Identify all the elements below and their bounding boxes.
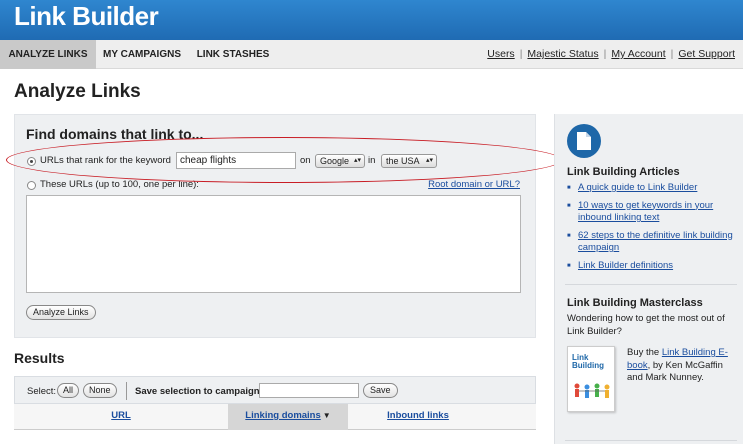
ebook-promo-text: Buy the Link Building E-book, by Ken McG…: [627, 347, 739, 385]
top-header: Link Builder: [0, 0, 743, 40]
campaign-input[interactable]: [259, 383, 359, 398]
article-link[interactable]: 10 ways to get keywords in your inbound …: [578, 200, 713, 224]
separator: |: [670, 48, 674, 60]
column-url[interactable]: URL: [14, 404, 228, 430]
majestic-status-link[interactable]: Majestic Status: [527, 48, 598, 60]
app-logo[interactable]: Link Builder: [14, 1, 159, 32]
get-support-link[interactable]: Get Support: [678, 48, 735, 60]
select-label: Select:: [27, 386, 57, 397]
sidebar-divider: [565, 440, 737, 441]
articles-title: Link Building Articles: [567, 166, 680, 178]
urls-radio[interactable]: [27, 181, 36, 190]
tab-my-campaigns[interactable]: MY CAMPAIGNS: [96, 40, 188, 69]
separator: |: [603, 48, 607, 60]
results-title: Results: [14, 350, 65, 366]
tab-analyze-links[interactable]: ANALYZE LINKS: [0, 40, 96, 69]
list-item: 62 steps to the definitive link building…: [567, 230, 737, 255]
highlight-annotation: [6, 137, 562, 183]
select-all-button[interactable]: All: [57, 383, 80, 398]
utility-links: Users | Majestic Status | My Account | Get Sup…: [487, 40, 735, 69]
sidebar-divider: [565, 284, 737, 285]
column-linking-domains[interactable]: Linking domains ▼: [228, 404, 348, 430]
masterclass-text: Wondering how to get the most out of Lin…: [567, 313, 725, 337]
root-domain-help-link[interactable]: Root domain or URL?: [428, 179, 520, 190]
results-toolbar: Select: All None Save selection to campa…: [14, 376, 536, 404]
article-link[interactable]: 62 steps to the definitive link building…: [578, 230, 733, 254]
list-item: A quick guide to Link Builder: [567, 182, 737, 195]
ebook-cover-title: Link Building: [572, 353, 604, 370]
ebook-cover-image[interactable]: Link Building: [567, 346, 615, 412]
column-inbound-links[interactable]: Inbound links: [348, 404, 488, 430]
document-icon: [567, 124, 601, 158]
save-button[interactable]: Save: [363, 383, 398, 398]
campaign-label: Save selection to campaign:: [135, 386, 263, 397]
tab-link-stashes[interactable]: LINK STASHES: [188, 40, 278, 69]
analyze-links-button[interactable]: Analyze Links: [26, 305, 96, 320]
page-title: Analyze Links: [14, 81, 141, 102]
sort-desc-icon: ▼: [322, 411, 331, 420]
column-linking-domains-label: Linking domains: [245, 410, 321, 421]
column-inbound-links-label: Inbound links: [387, 410, 449, 421]
buy-prefix: Buy the: [627, 347, 660, 358]
separator: |: [519, 48, 523, 60]
people-chain-icon: [574, 383, 610, 398]
column-url-label: URL: [111, 410, 131, 421]
my-account-link[interactable]: My Account: [611, 48, 665, 60]
urls-textarea[interactable]: [26, 195, 521, 293]
masterclass-title: Link Building Masterclass: [567, 297, 703, 309]
main-nav: ANALYZE LINKS MY CAMPAIGNS LINK STASHES …: [0, 40, 743, 69]
select-none-button[interactable]: None: [83, 383, 117, 398]
article-link[interactable]: Link Builder definitions: [578, 260, 673, 271]
results-table-header: URL Linking domains ▼ Inbound links: [14, 404, 536, 430]
articles-list: A quick guide to Link Builder 10 ways to…: [567, 182, 737, 277]
users-link[interactable]: Users: [487, 48, 514, 60]
sidebar: Link Building Articles A quick guide to …: [554, 114, 743, 444]
list-item: 10 ways to get keywords in your inbound …: [567, 200, 737, 225]
list-item: Link Builder definitions: [567, 260, 737, 273]
article-link[interactable]: A quick guide to Link Builder: [578, 182, 697, 193]
toolbar-separator: [126, 382, 127, 400]
